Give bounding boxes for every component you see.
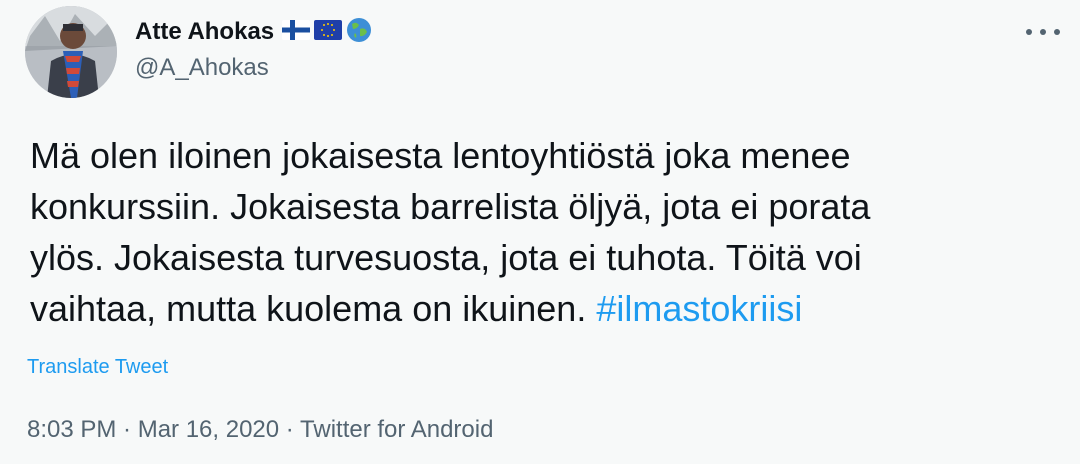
tweet-text-line: Mä olen iloinen jokaisesta lentoyhtiöstä… xyxy=(30,135,851,176)
tweet-text-line: konkurssiin. Jokaisesta barrelista öljyä… xyxy=(30,186,871,227)
globe-icon xyxy=(346,17,372,48)
tweet-text-line: ylös. Jokaisesta turvesuosta, jota ei tu… xyxy=(30,237,862,278)
name-row: Atte Ahokas xyxy=(135,14,372,50)
flag-finland-icon xyxy=(282,19,311,45)
tweet-text-line: vaihtaa, mutta kuolema on ikuinen. #ilma… xyxy=(30,283,1050,334)
more-options-icon[interactable] xyxy=(1026,22,1060,42)
more-dot xyxy=(1026,29,1032,35)
tweet-text-line-prefix: vaihtaa, mutta kuolema on ikuinen. xyxy=(30,288,597,329)
more-dot xyxy=(1040,29,1046,35)
user-handle[interactable]: @A_Ahokas xyxy=(135,54,372,82)
translate-tweet-link[interactable]: Translate Tweet xyxy=(27,356,168,379)
more-dot xyxy=(1054,29,1060,35)
hashtag-link[interactable]: #ilmastokriisi xyxy=(596,288,802,329)
flag-eu-icon xyxy=(314,19,343,45)
name-badges xyxy=(282,17,372,48)
author-block: Atte Ahokas @A_Ahokas xyxy=(135,14,372,82)
avatar[interactable] xyxy=(25,6,117,98)
tweet-card: Atte Ahokas @A_Ahokas Mä olen iloinen jo… xyxy=(0,0,1080,464)
tweet-text: Mä olen iloinen jokaisesta lentoyhtiöstä… xyxy=(30,130,1050,334)
display-name[interactable]: Atte Ahokas xyxy=(135,18,274,46)
tweet-metadata[interactable]: 8:03 PM · Mar 16, 2020 · Twitter for And… xyxy=(27,416,493,444)
avatar-photo xyxy=(25,6,117,98)
